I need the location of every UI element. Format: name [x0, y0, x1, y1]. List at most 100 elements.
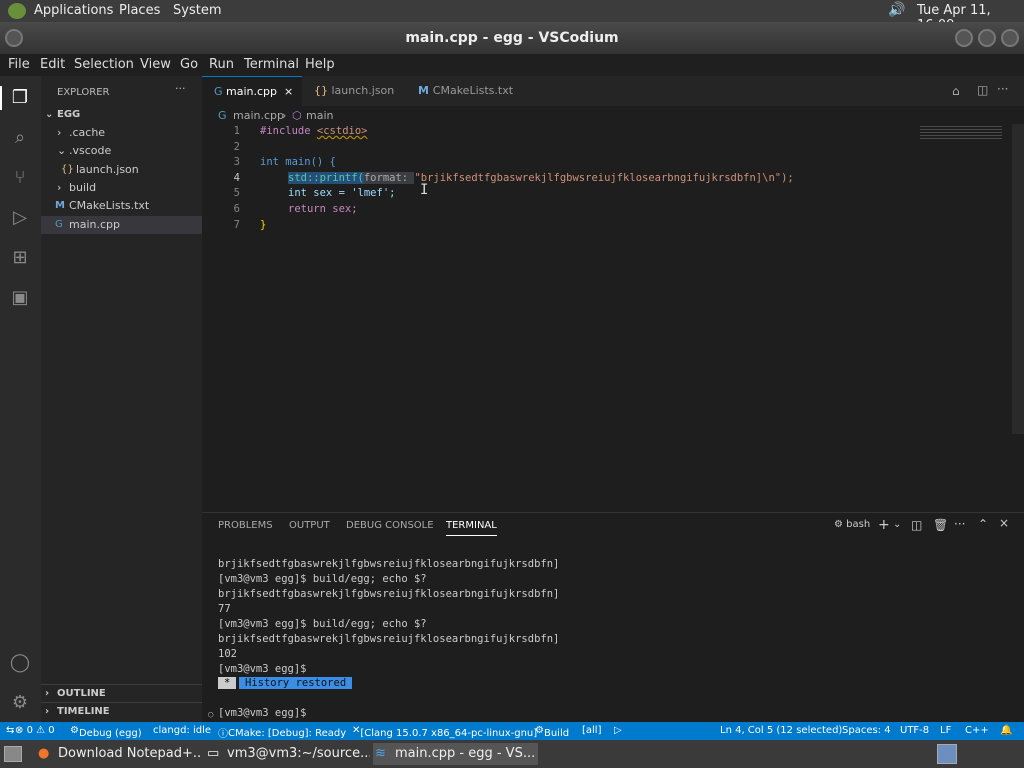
menu-help[interactable]: Help — [305, 57, 335, 72]
tab-problems[interactable]: PROBLEMS — [218, 520, 273, 531]
cursor-position[interactable]: Ln 4, Col 5 (12 selected) — [720, 725, 842, 736]
tab-launch-json[interactable]: {} launch.json — [302, 76, 406, 106]
chevron-right-icon: › — [45, 688, 50, 699]
remote-explorer-icon[interactable]: ▣ — [8, 286, 32, 310]
clangd-status[interactable]: clangd: idle — [153, 725, 211, 736]
code-editor[interactable]: 1 2 3 4 5 6 7 #include <cstdio> int main… — [202, 124, 1024, 512]
trash-icon[interactable]: 🗑 — [933, 518, 948, 532]
places-menu[interactable]: Places — [119, 3, 160, 18]
terminal-icon: ▭ — [207, 746, 220, 761]
encoding[interactable]: UTF-8 — [900, 725, 929, 736]
maximize-panel-icon[interactable]: ⌃ — [978, 517, 988, 531]
editor-more-icon[interactable]: ··· — [997, 82, 1008, 96]
close-panel-icon[interactable]: × — [999, 516, 1009, 530]
json-file-icon: {} — [61, 164, 74, 175]
tab-output[interactable]: OUTPUT — [289, 520, 330, 531]
task-firefox[interactable]: ● Download Notepad+... — [36, 743, 201, 765]
cmake-status[interactable]: ⓘ CMake: [Debug]: Ready — [218, 725, 346, 740]
activity-bar: ❐ ⌕ ⑂ ▷ ⊞ ▣ ◯ ⚙ — [0, 76, 41, 722]
chevron-right-icon: › — [57, 126, 62, 139]
launch-icon[interactable]: ▷ — [614, 725, 622, 736]
menu-edit[interactable]: Edit — [40, 57, 65, 72]
applications-menu[interactable]: Applications — [34, 3, 113, 18]
cmake-action-icon[interactable]: ⌂ — [952, 84, 960, 98]
accounts-icon[interactable]: ◯ — [8, 651, 32, 675]
menu-selection[interactable]: Selection — [74, 57, 134, 72]
tree-item-cmakelists[interactable]: M CMakeLists.txt — [41, 197, 202, 215]
more-actions-icon[interactable]: ··· — [175, 82, 186, 95]
minimize-button[interactable] — [955, 29, 973, 47]
distro-logo-icon[interactable] — [8, 3, 26, 19]
source-control-icon[interactable]: ⑂ — [8, 166, 32, 190]
code-line-7: } — [260, 219, 267, 231]
panel-more-icon[interactable]: ··· — [954, 517, 965, 531]
menu-run[interactable]: Run — [209, 57, 234, 72]
tree-item-vscode[interactable]: ⌄ .vscode — [41, 142, 202, 160]
code-line-3: int main() { — [260, 156, 336, 168]
indentation[interactable]: Spaces: 4 — [842, 725, 891, 736]
menu-file[interactable]: File — [8, 57, 30, 72]
circle-icon: ○ — [208, 710, 214, 720]
volume-icon[interactable]: 🔊 — [888, 2, 905, 18]
chevron-down-icon[interactable]: ⌄ — [893, 519, 901, 530]
task-vscodium[interactable]: ≋ main.cpp - egg - VS... — [373, 743, 538, 765]
close-window-button[interactable] — [1001, 29, 1019, 47]
outline-section[interactable]: › OUTLINE — [41, 684, 202, 702]
menu-go[interactable]: Go — [180, 57, 198, 72]
json-file-icon: {} — [314, 84, 332, 97]
tree-item-build[interactable]: › build — [41, 179, 202, 197]
code-line-6: return sex; — [288, 203, 358, 215]
timeline-section[interactable]: › TIMELINE — [41, 702, 202, 720]
close-tab-icon[interactable]: × — [284, 77, 293, 107]
maximize-button[interactable] — [978, 29, 996, 47]
search-icon[interactable]: ⌕ — [8, 126, 32, 150]
explorer-icon[interactable]: ❐ — [8, 86, 32, 110]
terminal-shell-selector[interactable]: ⚙ bash — [834, 519, 870, 530]
build-target[interactable]: [all] — [582, 725, 602, 736]
tree-item-main-cpp[interactable]: Gmain.cpp — [41, 216, 202, 234]
code-line-5: int sex = 'lmef'; — [288, 187, 396, 199]
problems-status[interactable]: ⊗ 0 ⚠ 0 — [15, 725, 55, 736]
manage-gear-icon[interactable]: ⚙ — [8, 691, 32, 715]
tab-cmakelists[interactable]: M CMakeLists.txt — [406, 76, 536, 106]
code-line-4: std::printf(format: "brjikfsedtfgbaswrek… — [288, 172, 794, 184]
new-terminal-icon[interactable]: + — [878, 517, 890, 533]
folder-root[interactable]: ⌄ EGG — [41, 106, 202, 124]
tab-main-cpp[interactable]: G main.cpp × — [202, 76, 302, 106]
terminal-line: [vm3@vm3 egg]$ build/egg; echo $? — [218, 618, 427, 630]
remote-indicator-icon[interactable]: ⇆ — [6, 725, 14, 736]
line-number: 6 — [233, 203, 240, 215]
language-mode[interactable]: C++ — [965, 725, 989, 736]
extensions-icon[interactable]: ⊞ — [8, 246, 32, 270]
window-titlebar[interactable]: main.cpp - egg - VSCodium — [0, 22, 1024, 54]
terminal-line: [vm3@vm3 egg]$ — [218, 663, 307, 675]
tree-item-cache[interactable]: › .cache — [41, 124, 202, 142]
terminal-line: 77 — [218, 603, 231, 615]
scrollbar[interactable] — [1012, 124, 1024, 434]
menu-view[interactable]: View — [140, 57, 171, 72]
menu-terminal[interactable]: Terminal — [244, 57, 299, 72]
breadcrumb-file[interactable]: main.cpp — [233, 109, 284, 122]
system-menu[interactable]: System — [173, 3, 221, 18]
tab-terminal[interactable]: TERMINAL — [446, 520, 497, 536]
tab-debug-console[interactable]: DEBUG CONSOLE — [346, 520, 434, 531]
gear-icon: ⚙ — [834, 519, 847, 530]
task-terminal[interactable]: ▭ vm3@vm3:~/source... — [205, 743, 370, 765]
code-line-1: #include <cstdio> — [260, 125, 368, 137]
build-button[interactable]: ⚙ Build — [535, 725, 569, 739]
tree-item-launch-json[interactable]: {} launch.json — [41, 161, 202, 179]
cmake-file-icon: M — [55, 200, 65, 211]
debug-status[interactable]: ⚙ Debug (egg) — [70, 725, 142, 739]
minimap[interactable] — [920, 126, 1002, 140]
eol[interactable]: LF — [940, 725, 951, 736]
chevron-down-icon: ⌄ — [45, 109, 54, 120]
breadcrumb-symbol[interactable]: main — [306, 109, 333, 122]
show-desktop-icon[interactable] — [4, 746, 22, 762]
window-title: main.cpp - egg - VSCodium — [405, 30, 619, 46]
workspace-switcher[interactable] — [937, 744, 957, 764]
notifications-icon[interactable]: 🔔 — [1000, 725, 1012, 736]
run-debug-icon[interactable]: ▷ — [8, 206, 32, 230]
split-editor-icon[interactable]: ◫ — [977, 83, 988, 97]
split-terminal-icon[interactable]: ◫ — [911, 518, 922, 532]
kit-status[interactable]: ✕ [Clang 15.0.7 x86_64-pc-linux-gnu] — [352, 725, 537, 739]
